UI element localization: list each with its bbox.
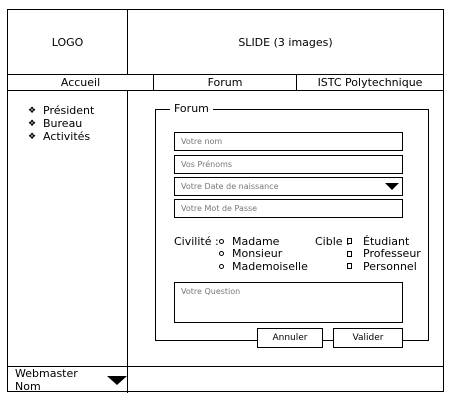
submit-button[interactable]: Valider	[333, 328, 403, 348]
sidebar-item-label: Activités	[43, 130, 91, 143]
checkbox-personnel[interactable]: Personnel	[347, 260, 421, 273]
page-frame: LOGO SLIDE (3 images) Accueil Forum ISTC…	[7, 9, 444, 393]
radio-mademoiselle[interactable]: Mademoiselle	[219, 260, 308, 273]
sidebar-item-label: Président	[43, 104, 95, 117]
checkbox-square-icon[interactable]	[347, 263, 352, 270]
radio-monsieur[interactable]: Monsieur	[219, 247, 308, 261]
question-textarea[interactable]: Votre Question	[174, 282, 403, 323]
sidebar-list: ❖ Président ❖ Bureau ❖ Activités	[28, 104, 94, 143]
footer: Webmaster Nom	[8, 366, 443, 393]
dropdown-arrow-icon[interactable]	[385, 183, 399, 190]
radio-circle-icon[interactable]	[219, 263, 224, 269]
name-input[interactable]: Votre nom	[174, 132, 403, 151]
checkbox-etudiant[interactable]: Étudiant	[347, 235, 421, 248]
checkbox-label: Professeur	[363, 247, 421, 261]
forum-legend: Forum	[170, 102, 213, 115]
cible-checkbox-group: Étudiant Professeur Personnel	[347, 235, 421, 273]
triangle-down-icon	[107, 375, 127, 385]
radio-label: Mademoiselle	[232, 259, 308, 273]
slideshow[interactable]: SLIDE (3 images)	[128, 10, 443, 74]
nav-item-forum[interactable]: Forum	[154, 75, 297, 90]
birthdate-select[interactable]: Votre Date de naissance	[174, 177, 403, 196]
password-placeholder: Votre Mot de Passe	[181, 204, 258, 213]
radio-madame[interactable]: Madame	[219, 235, 308, 248]
main-nav: Accueil Forum ISTC Polytechnique	[8, 74, 443, 91]
checkbox-square-icon[interactable]	[347, 250, 352, 257]
cible-label: Cible :	[315, 235, 350, 248]
radio-circle-icon[interactable]	[219, 238, 224, 244]
logo-text: LOGO	[51, 35, 84, 49]
firstnames-input[interactable]: Vos Prénoms	[174, 155, 403, 174]
forum-form: Forum Votre nom Vos Prénoms Votre Date d…	[155, 102, 429, 348]
nav-label: Accueil	[60, 76, 101, 89]
radio-label: Madame	[232, 234, 280, 248]
nav-label: Forum	[207, 76, 243, 89]
name-placeholder: Votre nom	[181, 137, 223, 146]
cancel-label: Annuler	[272, 333, 308, 343]
checkbox-professeur[interactable]: Professeur	[347, 247, 421, 261]
diamond-bullet-icon: ❖	[28, 105, 37, 116]
diamond-bullet-icon: ❖	[28, 118, 37, 129]
checkbox-label: Étudiant	[363, 234, 410, 248]
nav-item-accueil[interactable]: Accueil	[8, 75, 154, 90]
birthdate-placeholder: Votre Date de naissance	[181, 182, 279, 191]
cancel-button[interactable]: Annuler	[257, 328, 323, 348]
webmaster-name: Webmaster Nom	[15, 367, 78, 393]
slideshow-text: SLIDE (3 images)	[238, 35, 333, 49]
sidebar-item-activites[interactable]: ❖ Activités	[28, 130, 94, 143]
nav-item-istc-polytechnique[interactable]: ISTC Polytechnique	[297, 75, 443, 90]
sidebar-item-label: Bureau	[43, 117, 83, 130]
checkbox-label: Personnel	[363, 259, 417, 273]
logo[interactable]: LOGO	[8, 10, 128, 74]
checkbox-square-icon[interactable]	[347, 238, 352, 245]
sidebar-item-president[interactable]: ❖ Président	[28, 104, 94, 117]
firstnames-placeholder: Vos Prénoms	[181, 160, 233, 169]
nav-label: ISTC Polytechnique	[317, 76, 423, 89]
sidebar: ❖ Président ❖ Bureau ❖ Activités	[8, 91, 128, 366]
radio-circle-icon[interactable]	[219, 251, 224, 257]
webmaster-dropdown[interactable]: Webmaster Nom	[8, 367, 128, 393]
sidebar-item-bureau[interactable]: ❖ Bureau	[28, 117, 94, 130]
password-input[interactable]: Votre Mot de Passe	[174, 199, 403, 218]
civilite-label: Civilité :	[174, 235, 219, 248]
question-placeholder: Votre Question	[181, 287, 241, 296]
diamond-bullet-icon: ❖	[28, 131, 37, 142]
civilite-radio-group: Madame Monsieur Mademoiselle	[219, 235, 308, 273]
radio-label: Monsieur	[232, 247, 283, 261]
submit-label: Valider	[352, 333, 384, 343]
